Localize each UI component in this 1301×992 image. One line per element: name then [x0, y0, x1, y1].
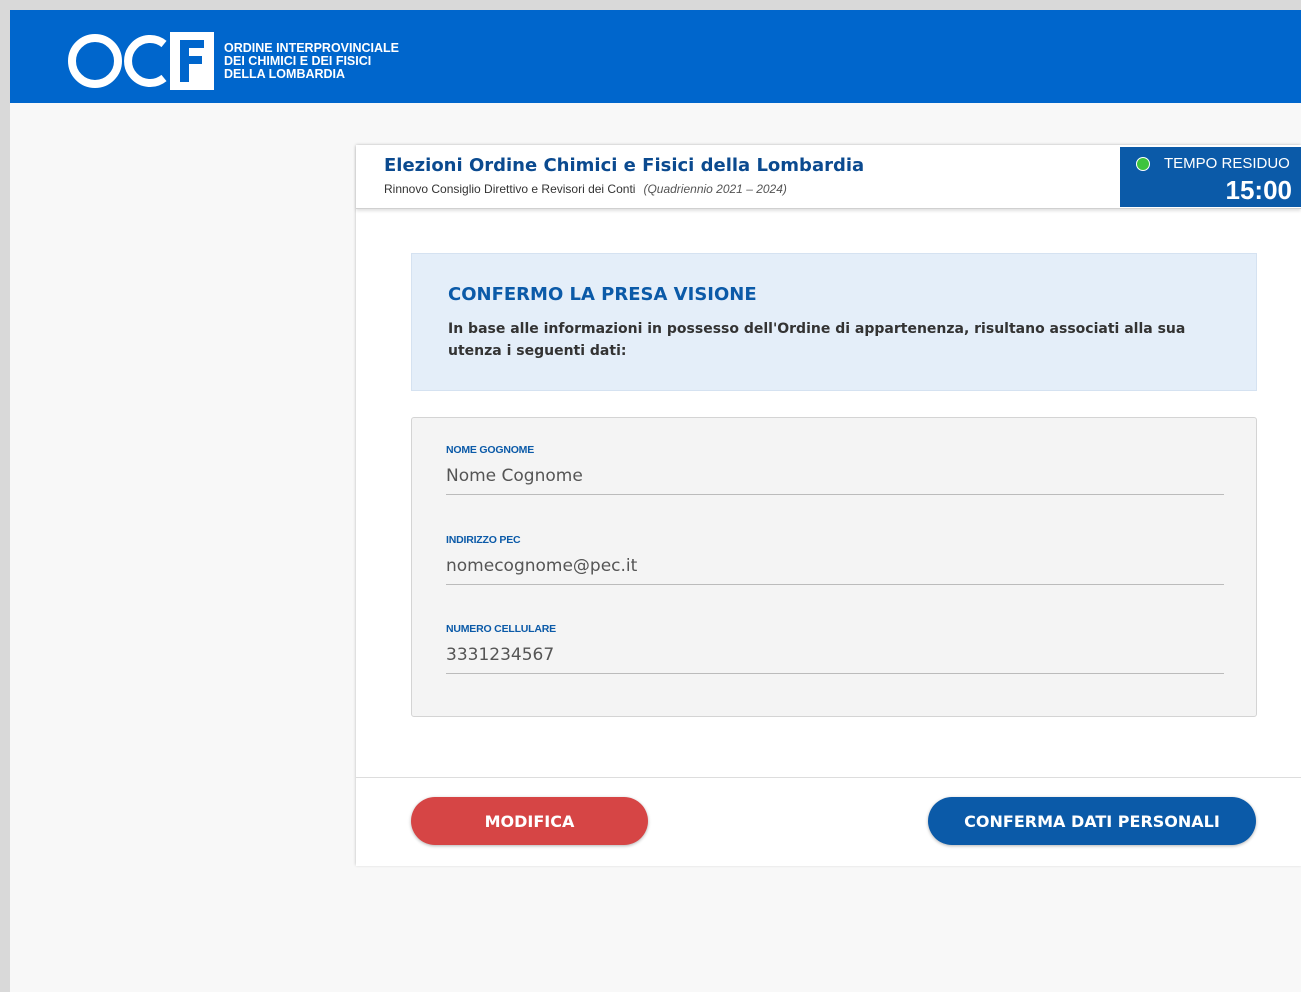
org-name: ORDINE INTERPROVINCIALE DEI CHIMICI E DE…	[224, 40, 400, 81]
status-dot-icon	[1136, 157, 1150, 171]
name-field-label: NOME GOGNOME	[446, 444, 535, 456]
pec-field-label: INDIRIZZO PEC	[446, 534, 521, 546]
pec-field[interactable]: INDIRIZZO PEC nomecognome@pec.it	[446, 534, 1224, 585]
phone-field[interactable]: NUMERO CELLULARE 3331234567	[446, 623, 1224, 674]
countdown-timer: TEMPO RESIDUO 15:00	[1120, 147, 1301, 207]
org-name-line1: ORDINE INTERPROVINCIALE	[224, 40, 400, 55]
name-field-value: Nome Cognome	[446, 466, 1224, 495]
org-name-line3: DELLA LOMBARDIA	[224, 66, 346, 81]
confirm-data-button[interactable]: CONFERMA DATI PERSONALI	[928, 797, 1256, 845]
election-card: Elezioni Ordine Chimici e Fisici della L…	[356, 145, 1301, 866]
card-footer: MODIFICA CONFERMA DATI PERSONALI	[356, 777, 1301, 866]
election-title: Elezioni Ordine Chimici e Fisici della L…	[384, 155, 865, 176]
ocf-logo-mark	[68, 32, 214, 90]
timer-value: 15:00	[1225, 175, 1293, 205]
election-subtitle: Rinnovo Consiglio Direttivo e Revisori d…	[384, 182, 787, 196]
election-subtitle-text: Rinnovo Consiglio Direttivo e Revisori d…	[384, 182, 636, 196]
name-field[interactable]: NOME GOGNOME Nome Cognome	[446, 444, 1224, 495]
ocf-logo: ORDINE INTERPROVINCIALE DEI CHIMICI E DE…	[66, 32, 399, 90]
org-name-line2: DEI CHIMICI E DEI FISICI	[224, 53, 372, 68]
info-box: CONFERMO LA PRESA VISIONE In base alle i…	[411, 253, 1257, 391]
personal-data-box: NOME GOGNOME Nome Cognome INDIRIZZO PEC …	[411, 417, 1257, 717]
election-period: (Quadriennio 2021 – 2024)	[643, 182, 787, 196]
pec-field-value: nomecognome@pec.it	[446, 556, 1224, 585]
phone-field-value: 3331234567	[446, 645, 1224, 674]
top-bar: ORDINE INTERPROVINCIALE DEI CHIMICI E DE…	[10, 10, 1301, 103]
phone-field-label: NUMERO CELLULARE	[446, 623, 556, 635]
info-title: CONFERMO LA PRESA VISIONE	[448, 284, 757, 305]
info-text: In base alle informazioni in possesso de…	[448, 321, 1186, 359]
card-header: Elezioni Ordine Chimici e Fisici della L…	[356, 145, 1301, 209]
timer-label: TEMPO RESIDUO	[1164, 155, 1290, 172]
app-frame: ORDINE INTERPROVINCIALE DEI CHIMICI E DE…	[10, 10, 1301, 992]
modify-button[interactable]: MODIFICA	[411, 797, 648, 845]
